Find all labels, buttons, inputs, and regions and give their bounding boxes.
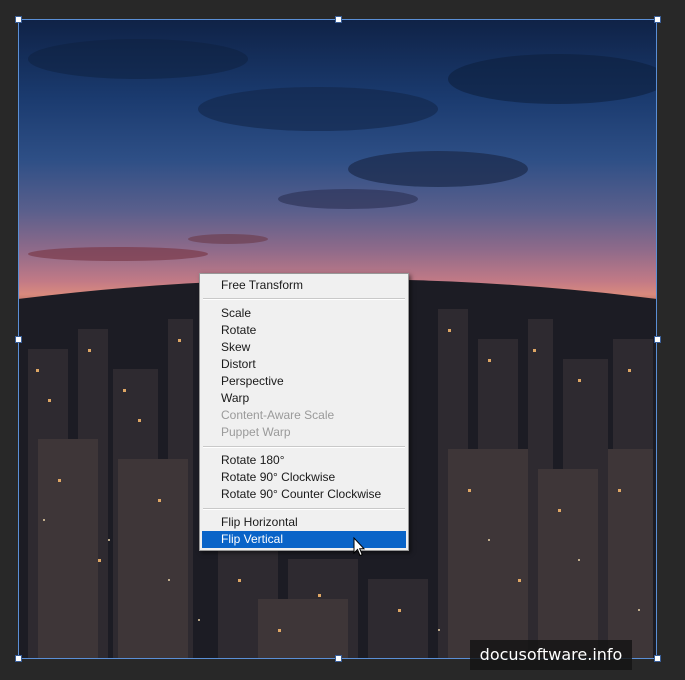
transform-handle-bottom-left[interactable] [15, 655, 22, 662]
menu-item-rotate-90-cw[interactable]: Rotate 90° Clockwise [202, 469, 406, 486]
menu-item-rotate-180[interactable]: Rotate 180° [202, 452, 406, 469]
menu-separator [203, 298, 405, 300]
transform-context-menu: Free Transform Scale Rotate Skew Distort… [199, 273, 409, 551]
menu-item-rotate[interactable]: Rotate [202, 322, 406, 339]
menu-item-skew[interactable]: Skew [202, 339, 406, 356]
menu-separator [203, 446, 405, 448]
menu-item-puppet-warp: Puppet Warp [221, 425, 291, 439]
transform-handle-top-center[interactable] [335, 16, 342, 23]
transform-handle-bottom-right[interactable] [654, 655, 661, 662]
arrow-pointer-icon [353, 537, 365, 557]
menu-item-flip-vertical[interactable]: Flip Vertical [202, 531, 406, 548]
menu-item-warp[interactable]: Warp [202, 390, 406, 407]
menu-item-content-aware-scale: Content-Aware Scale [221, 408, 335, 422]
transform-handle-top-right[interactable] [654, 16, 661, 23]
menu-separator [203, 508, 405, 510]
menu-item-scale[interactable]: Scale [202, 305, 406, 322]
watermark-label: docusoftware.info [470, 640, 632, 670]
menu-item-rotate-90-ccw[interactable]: Rotate 90° Counter Clockwise [202, 486, 406, 503]
menu-item-perspective[interactable]: Perspective [202, 373, 406, 390]
transform-handle-top-left[interactable] [15, 16, 22, 23]
transform-handle-middle-right[interactable] [654, 336, 661, 343]
menu-item-distort[interactable]: Distort [202, 356, 406, 373]
menu-item-flip-horizontal[interactable]: Flip Horizontal [202, 514, 406, 531]
transform-handle-bottom-center[interactable] [335, 655, 342, 662]
transform-handle-middle-left[interactable] [15, 336, 22, 343]
menu-item-free-transform[interactable]: Free Transform [202, 277, 406, 294]
